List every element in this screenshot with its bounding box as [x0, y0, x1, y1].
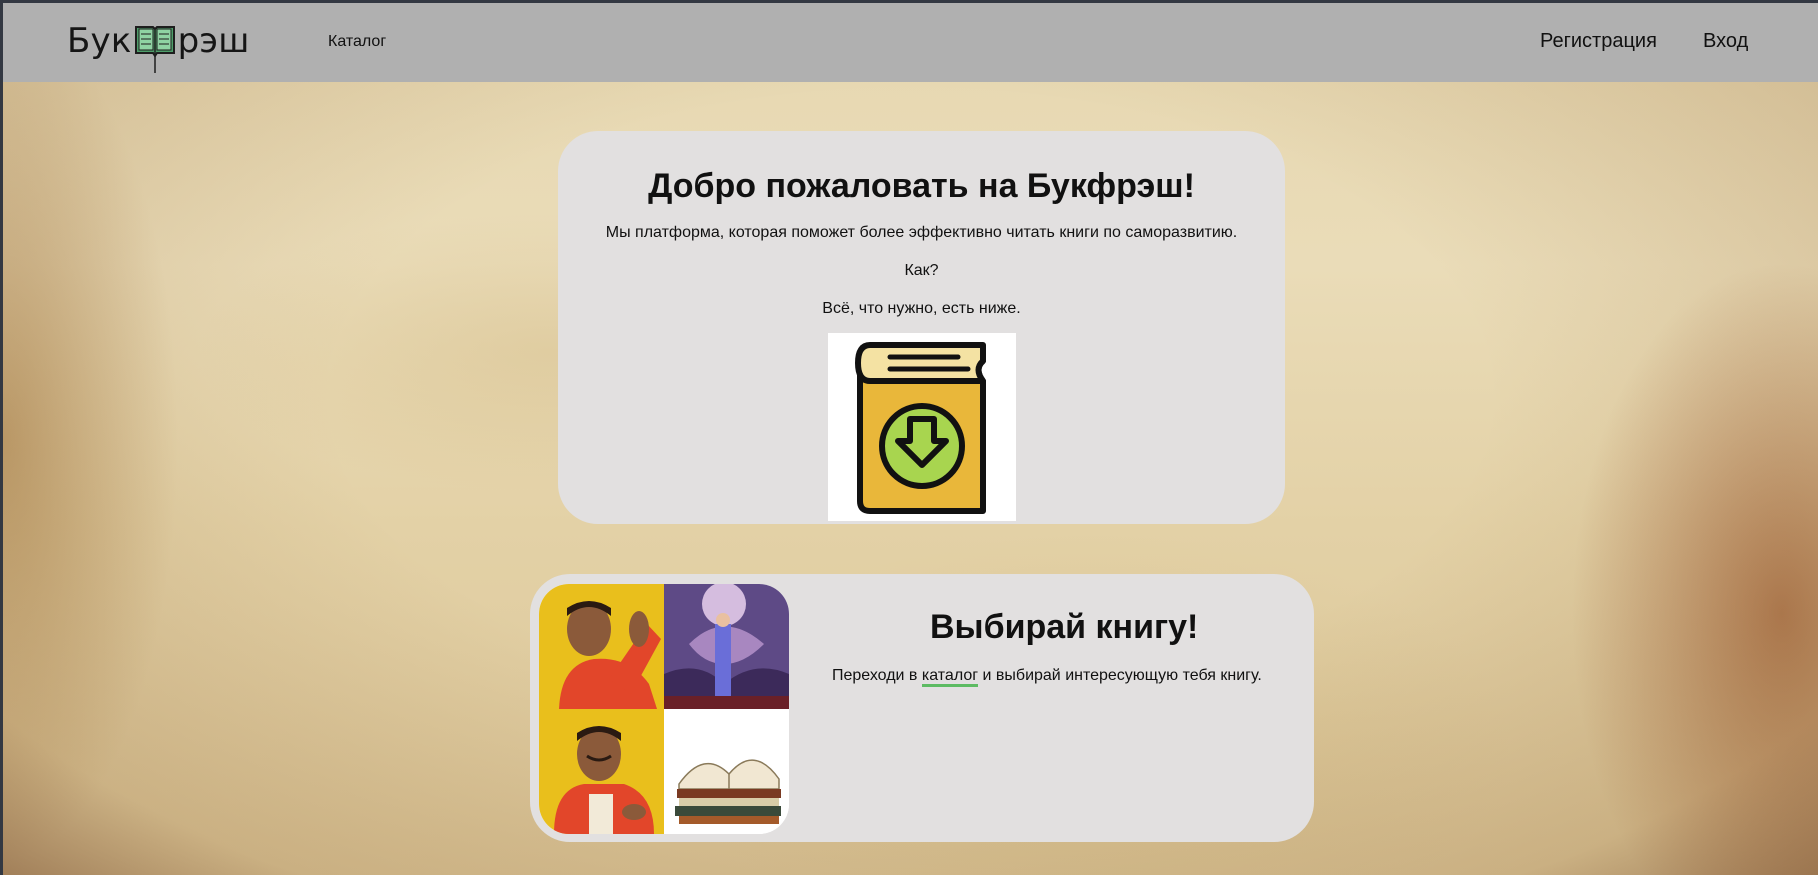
nav-link-catalog[interactable]: Каталог — [328, 33, 386, 51]
welcome-question: Как? — [904, 262, 939, 279]
nav-link-register[interactable]: Регистрация — [1540, 30, 1657, 53]
choose-text-before: Переходи в — [832, 667, 922, 684]
drake-meme-image — [539, 584, 789, 834]
logo-text-right: рэш — [177, 21, 250, 61]
site-logo[interactable]: Бук рэш — [67, 21, 250, 73]
book-download-icon — [828, 333, 1016, 521]
choose-book-card: Выбирай книгу! Переходи в каталог и выби… — [530, 574, 1314, 842]
open-book-icon — [133, 25, 177, 73]
welcome-note: Всё, что нужно, есть ниже. — [822, 300, 1021, 317]
logo-text-left: Бук — [67, 21, 132, 61]
welcome-card: Добро пожаловать на Букфрэш! Мы платформ… — [558, 131, 1285, 524]
page: Бук рэш Каталог Регистрация Вход Добро п… — [3, 3, 1818, 875]
choose-description: Переходи в каталог и выбирай интересующу… — [832, 667, 1262, 687]
top-navbar: Бук рэш Каталог Регистрация Вход — [3, 3, 1818, 82]
catalog-link[interactable]: каталог — [921, 667, 979, 687]
choose-text-after: и выбирай интересующую тебя книгу. — [978, 667, 1262, 684]
nav-link-login[interactable]: Вход — [1703, 30, 1748, 53]
choose-title: Выбирай книгу! — [930, 608, 1199, 646]
welcome-description: Мы платформа, которая поможет более эффе… — [605, 224, 1238, 241]
welcome-title: Добро пожаловать на Букфрэш! — [648, 167, 1195, 205]
